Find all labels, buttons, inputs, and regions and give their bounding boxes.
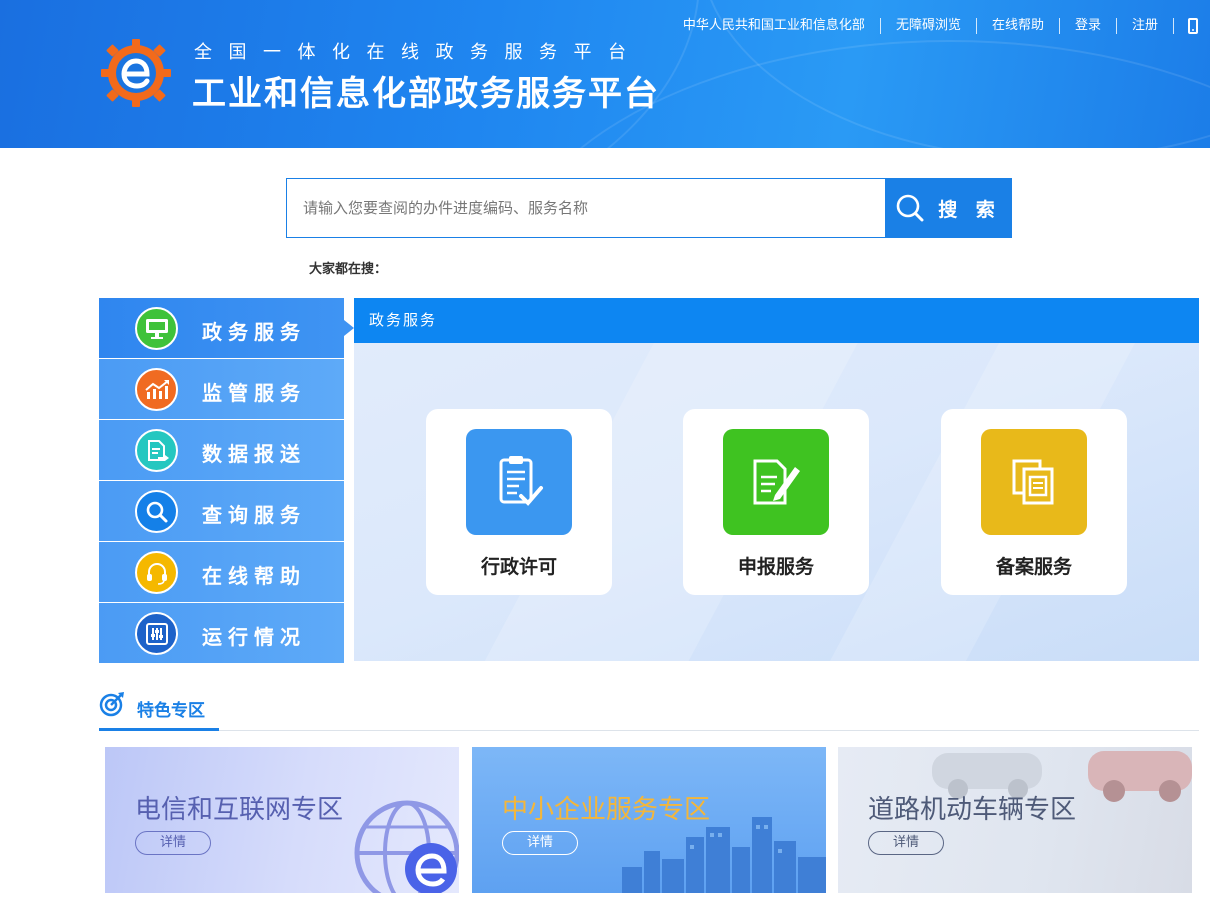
top-nav: 中华人民共和国工业和信息化部 无障碍浏览 在线帮助 登录 注册 bbox=[668, 18, 1198, 34]
card-label: 备案服务 bbox=[995, 556, 1072, 578]
target-icon bbox=[99, 692, 124, 717]
sidebar-item-label: 监管服务 bbox=[202, 381, 306, 405]
site-subtitle: 全国一体化在线政务服务平台 bbox=[194, 42, 643, 63]
zone-telecom-internet[interactable]: 电信和互联网专区 详情 bbox=[105, 747, 459, 893]
nav-link-login[interactable]: 登录 bbox=[1060, 18, 1117, 34]
search-button[interactable]: 搜 索 bbox=[885, 178, 1012, 238]
site-logo-icon[interactable] bbox=[98, 38, 174, 108]
featured-title-tab: 特色专区 bbox=[99, 690, 219, 731]
clipboard-check-icon bbox=[466, 429, 572, 535]
sidebar-item-query[interactable]: 查询服务 bbox=[99, 481, 344, 541]
zone-title: 电信和互联网专区 bbox=[135, 795, 344, 825]
nav-link-register[interactable]: 注册 bbox=[1117, 18, 1174, 34]
card-filing-service[interactable]: 备案服务 bbox=[941, 409, 1127, 595]
search-icon bbox=[896, 194, 924, 222]
nav-link-accessibility[interactable]: 无障碍浏览 bbox=[881, 18, 977, 34]
sidebar-item-label: 运行情况 bbox=[202, 625, 306, 649]
card-label: 行政许可 bbox=[480, 556, 557, 578]
service-panel: 政务服务 行政许可 申报服务 备案服务 bbox=[354, 298, 1199, 661]
card-label: 申报服务 bbox=[737, 556, 814, 578]
sidebar-item-label: 数据报送 bbox=[202, 442, 306, 466]
document-send-icon bbox=[135, 429, 178, 472]
sidebar-item-operation-status[interactable]: 运行情况 bbox=[99, 603, 344, 663]
zone-title: 道路机动车辆专区 bbox=[868, 795, 1077, 825]
nav-link-help[interactable]: 在线帮助 bbox=[977, 18, 1060, 34]
panel-title: 政务服务 bbox=[354, 298, 1199, 343]
sidebar-item-online-help[interactable]: 在线帮助 bbox=[99, 542, 344, 602]
site-title: 工业和信息化部政务服务平台 bbox=[192, 74, 660, 114]
search-input[interactable] bbox=[287, 179, 886, 237]
sidebar-item-gov-service[interactable]: 政务服务 bbox=[99, 298, 354, 358]
document-edit-icon bbox=[723, 429, 829, 535]
zone-title: 中小企业服务专区 bbox=[502, 795, 711, 825]
sidebar-item-supervision[interactable]: 监管服务 bbox=[99, 359, 344, 419]
nav-link-ministry[interactable]: 中华人民共和国工业和信息化部 bbox=[668, 18, 881, 34]
mobile-phone-icon[interactable] bbox=[1188, 18, 1198, 34]
sliders-icon bbox=[135, 612, 178, 655]
sidebar-item-label: 查询服务 bbox=[202, 503, 306, 527]
zone-detail-button[interactable]: 详情 bbox=[502, 831, 578, 855]
site-header: 中华人民共和国工业和信息化部 无障碍浏览 在线帮助 登录 注册 全国一体化在线政… bbox=[0, 0, 1210, 148]
search-icon bbox=[135, 490, 178, 533]
hot-search-label: 大家都在搜： bbox=[309, 262, 388, 277]
monitor-icon bbox=[135, 307, 178, 350]
card-declaration-service[interactable]: 申报服务 bbox=[683, 409, 869, 595]
sidebar-item-data-report[interactable]: 数据报送 bbox=[99, 420, 344, 480]
featured-title: 特色专区 bbox=[137, 701, 205, 721]
search-box bbox=[286, 178, 886, 238]
globe-ie-icon bbox=[354, 800, 459, 893]
service-sidebar: 政务服务 监管服务 数据报送 查询服务 在线帮助 运行情况 bbox=[99, 298, 354, 663]
chart-icon bbox=[135, 368, 178, 411]
sidebar-item-label: 在线帮助 bbox=[202, 564, 306, 588]
zone-detail-button[interactable]: 详情 bbox=[868, 831, 944, 855]
search-button-label: 搜 索 bbox=[938, 198, 1001, 221]
zone-road-vehicles[interactable]: 道路机动车辆专区 详情 bbox=[838, 747, 1192, 893]
headset-icon bbox=[135, 551, 178, 594]
zone-detail-button[interactable]: 详情 bbox=[135, 831, 211, 855]
card-administrative-license[interactable]: 行政许可 bbox=[426, 409, 612, 595]
zone-sme-service[interactable]: 中小企业服务专区 详情 bbox=[472, 747, 826, 893]
featured-section-header: 特色专区 bbox=[99, 690, 1199, 731]
sidebar-item-label: 政务服务 bbox=[202, 320, 306, 344]
files-copy-icon bbox=[981, 429, 1087, 535]
